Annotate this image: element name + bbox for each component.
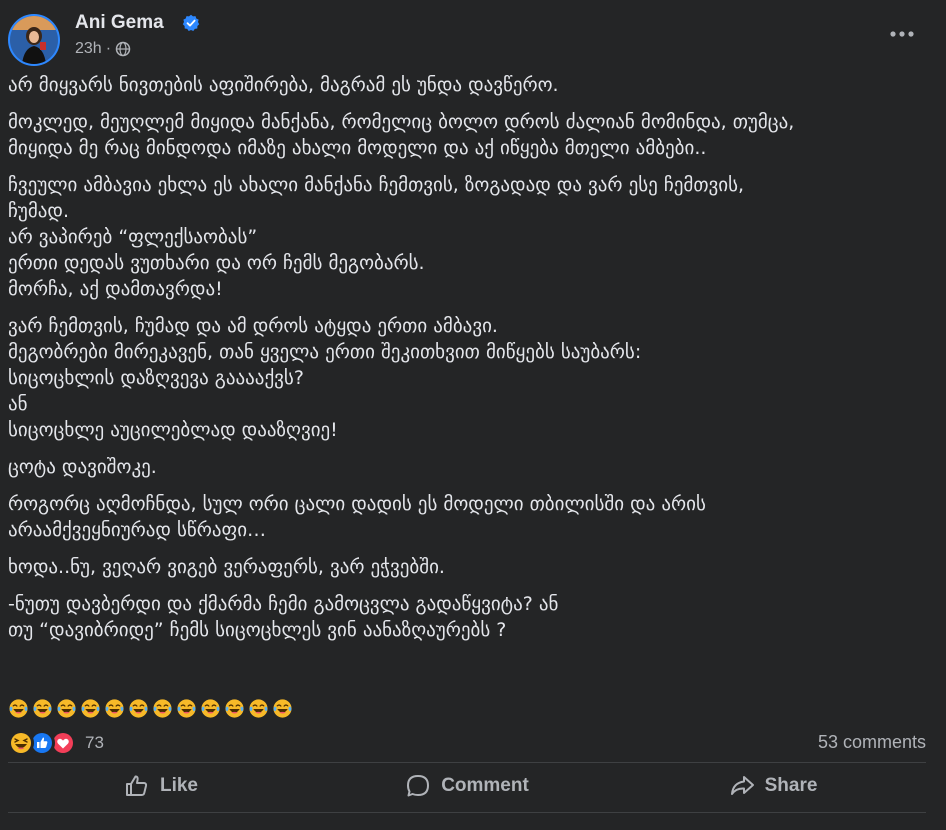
post-text-line: -ნუთუ დავბერდი და ქმარმა ჩემი გამოცვლა გ… [8, 593, 559, 615]
globe-icon[interactable] [115, 41, 131, 57]
tears-of-joy-emoji-icon: 😂 [248, 698, 269, 719]
emoji-char: 😂 [149, 698, 150, 699]
post-paragraph: არ მიყვარს ნივთების აფიშირება, მაგრამ ეს… [8, 72, 926, 98]
tears-of-joy-emoji-icon: 😂 [104, 698, 125, 719]
tears-of-joy-emoji-icon: 😂 [224, 698, 245, 719]
post-text-line: ერთი დედას ვუთხარი და ორ ჩემს მეგობარს. [8, 252, 425, 274]
post-text-line: არ ვაპირებ “ფლექსაობას” [8, 226, 258, 248]
post-paragraph: ჩვეული ამბავია ეხლა ეს ახალი მანქანა ჩემ… [8, 172, 926, 302]
emoji-char: 😂 [77, 698, 78, 699]
divider [8, 762, 926, 763]
post-text-line: მეგობრები მირეკავენ, თან ყველა ერთი შეკი… [8, 341, 642, 363]
emoji-char: 😂 [101, 698, 102, 699]
emoji-char: 😂 [221, 698, 222, 699]
post-text-line: სიცოცხლის დაზღვევა გააააქვს? [8, 367, 304, 389]
post-paragraph: -ნუთუ დავბერდი და ქმარმა ჩემი გამოცვლა გ… [8, 591, 926, 643]
tears-of-joy-emoji-icon: 😂 [32, 698, 53, 719]
post-text-line: თუ “დავიბრიდე” ჩემს სიცოცხლეს ვინ აანაზღ… [8, 619, 507, 641]
post-text-line: როგორც აღმოჩნდა, სულ ორი ცალი დადის ეს მ… [8, 493, 706, 515]
post-text-line: არ მიყვარს ნივთების აფიშირება, მაგრამ ეს… [8, 74, 559, 96]
tears-of-joy-emoji-icon: 😂 [152, 698, 173, 719]
emoji-char: 😂 [245, 698, 246, 699]
emoji-row: 😂 😂 😂 😂 😂 😂 😂 😂 😂 😂 😂 😂 [8, 698, 293, 720]
tears-of-joy-emoji-icon: 😂 [200, 698, 221, 719]
share-label: Share [764, 775, 818, 796]
comment-label: Comment [441, 775, 529, 796]
comment-bubble-icon [407, 775, 430, 797]
emoji-char: 😂 [173, 698, 174, 699]
post-text: არ მიყვარს ნივთების აფიშირება, მაგრამ ეს… [8, 72, 926, 654]
post-text-line: ვარ ჩემთვის, ჩუმად და ამ დროს ატყდა ერთი… [8, 315, 498, 337]
more-options-button[interactable] [884, 20, 920, 48]
tears-of-joy-emoji-icon: 😂 [176, 698, 197, 719]
emoji-char: 😂 [197, 698, 198, 699]
post-text-line: მოკლედ, მეუღლემ მიყიდა მანქანა, რომელიც … [8, 111, 795, 133]
facebook-post: Ani Gema 23h · არ მიყვარს ნივთების აფიში… [0, 0, 946, 830]
post-paragraph: ცოტა დავიშოკე. [8, 454, 926, 480]
post-text-line: ჩვეული ამბავია ეხლა ეს ახალი მანქანა ჩემ… [8, 174, 745, 196]
tears-of-joy-emoji-icon: 😂 [8, 698, 29, 719]
post-text-line: ცოტა დავიშოკე. [8, 456, 157, 478]
emoji-char: 😂 [125, 698, 126, 699]
more-horizontal-icon [890, 31, 914, 37]
post-text-line: ან [8, 393, 28, 415]
author-name[interactable]: Ani Gema [75, 12, 164, 34]
post-header: Ani Gema 23h · [8, 10, 926, 66]
post-paragraph: მოკლედ, მეუღლემ მიყიდა მანქანა, რომელიც … [8, 109, 926, 161]
post-actions-bar: Like Comment Share [8, 766, 926, 806]
post-text-line: მორჩა, აქ დამთავრდა! [8, 278, 223, 300]
verified-badge-icon [182, 14, 200, 32]
post-text-line: ხოდა..ნუ, ვეღარ ვიგებ ვერაფერს, ვარ ეჭვე… [8, 556, 445, 578]
avatar-image-icon [10, 16, 58, 64]
post-text-line: არაამქვეყნიურად სწრაფი… [8, 519, 267, 541]
emoji-char: 😂 [269, 698, 270, 699]
comment-button[interactable]: Comment [314, 766, 620, 806]
post-timestamp[interactable]: 23h [75, 40, 102, 58]
post-text-line: სიცოცხლე აუცილებლად დააზღვიე! [8, 419, 338, 441]
post-paragraph: ხოდა..ნუ, ვეღარ ვიგებ ვერაფერს, ვარ ეჭვე… [8, 554, 926, 580]
like-button[interactable]: Like [8, 766, 314, 806]
meta-separator: · [105, 40, 112, 57]
post-text-line: ჩუმად. [8, 200, 70, 222]
reaction-count: 73 [85, 733, 104, 752]
emoji-char: 😂 [29, 698, 30, 699]
post-paragraph: ვარ ჩემთვის, ჩუმად და ამ დროს ატყდა ერთი… [8, 313, 926, 443]
post-meta: 23h · [75, 40, 131, 58]
post-text-line: მიყიდა მე რაც მინდოდა იმაზე ახალი მოდელი… [8, 137, 707, 159]
author-avatar[interactable] [8, 14, 60, 66]
thumbs-up-icon [125, 775, 148, 796]
share-arrow-icon [730, 776, 754, 795]
like-label: Like [159, 775, 199, 796]
tears-of-joy-emoji-icon: 😂 [56, 698, 77, 719]
emoji-char: 😂 [293, 698, 294, 699]
reactions-summary[interactable]: 73 [8, 730, 104, 756]
tears-of-joy-emoji-icon: 😂 [272, 698, 293, 719]
divider [8, 812, 926, 813]
emoji-char: 😂 [53, 698, 54, 699]
tears-of-joy-emoji-icon: 😂 [128, 698, 149, 719]
share-button[interactable]: Share [620, 766, 926, 806]
haha-reaction-icon [8, 730, 34, 756]
post-paragraph: როგორც აღმოჩნდა, სულ ორი ცალი დადის ეს მ… [8, 491, 926, 543]
tears-of-joy-emoji-icon: 😂 [80, 698, 101, 719]
comments-count-link[interactable]: 53 comments [818, 732, 926, 753]
